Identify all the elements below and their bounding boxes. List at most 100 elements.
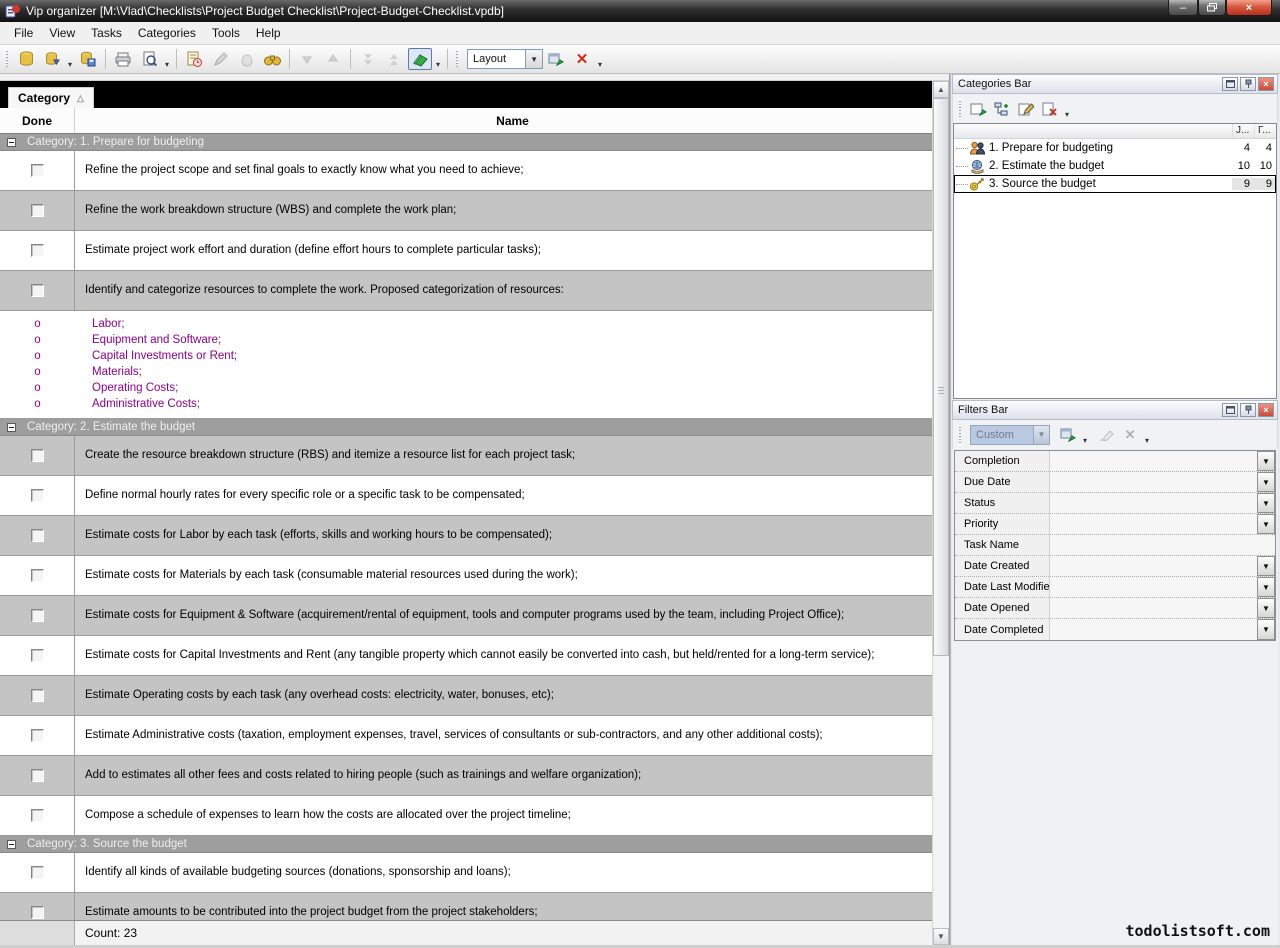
delete-filter-button[interactable]: ✕: [1118, 425, 1142, 445]
scrollbar-thumb[interactable]: [933, 98, 949, 656]
task-row[interactable]: Identify all kinds of available budgetin…: [0, 853, 932, 893]
categories-close-button[interactable]: ×: [1258, 77, 1274, 91]
filter-value[interactable]: [1050, 556, 1257, 576]
column-header-done[interactable]: Done: [0, 108, 75, 133]
categories-restore-button[interactable]: [1222, 77, 1238, 91]
apply-filter-button[interactable]: [1056, 425, 1080, 445]
print-preview-button[interactable]: [137, 48, 161, 70]
open-database-dropdown[interactable]: ▾: [68, 60, 72, 73]
task-checkbox[interactable]: [31, 489, 44, 502]
filter-value[interactable]: [1050, 577, 1257, 597]
edit-task-button[interactable]: [208, 48, 232, 70]
minimize-button[interactable]: –: [1168, 0, 1198, 16]
filters-restore-button[interactable]: [1222, 403, 1238, 417]
filter-value[interactable]: [1050, 514, 1257, 534]
scroll-down-button[interactable]: ▼: [933, 928, 949, 945]
filter-value[interactable]: [1050, 598, 1257, 618]
filter-dropdown-button[interactable]: ▼: [1257, 619, 1275, 640]
close-button[interactable]: ×: [1226, 0, 1272, 16]
task-row[interactable]: Identify and categorize resources to com…: [0, 271, 932, 311]
task-checkbox[interactable]: [31, 204, 44, 217]
filter-dropdown-button[interactable]: ▼: [1257, 472, 1275, 492]
layout-combobox-dropdown[interactable]: ▼: [525, 50, 542, 68]
collapse-icon[interactable]: [7, 840, 16, 849]
layout-combobox[interactable]: Layout ▼: [467, 49, 543, 69]
filters-toolbar-dropdown[interactable]: ▾: [1145, 436, 1149, 449]
new-task-button[interactable]: [182, 48, 206, 70]
new-subcategory-button[interactable]: [990, 99, 1014, 119]
task-row[interactable]: Compose a schedule of expenses to learn …: [0, 796, 932, 836]
tree-col-undone[interactable]: J...: [1232, 124, 1254, 138]
filter-value[interactable]: [1050, 472, 1257, 492]
move-bottom-button[interactable]: [356, 48, 380, 70]
move-up-button[interactable]: [321, 48, 345, 70]
move-top-button[interactable]: [382, 48, 406, 70]
task-checkbox[interactable]: [31, 164, 44, 177]
task-checkbox[interactable]: [31, 689, 44, 702]
delete-layout-button[interactable]: ✕: [570, 48, 594, 70]
print-dropdown[interactable]: ▾: [165, 60, 169, 73]
task-row[interactable]: Estimate Operating costs by each task (a…: [0, 676, 932, 716]
scroll-up-button[interactable]: ▲: [933, 81, 949, 98]
filter-dropdown-button[interactable]: ▼: [1257, 451, 1275, 471]
toolbar-grip[interactable]: [5, 49, 10, 69]
task-checkbox[interactable]: [31, 449, 44, 462]
filter-dropdown-button[interactable]: ▼: [1257, 514, 1275, 534]
menu-tools[interactable]: Tools: [204, 23, 248, 43]
task-checkbox[interactable]: [31, 866, 44, 879]
find-button[interactable]: [260, 48, 284, 70]
filter-value[interactable]: [1050, 451, 1257, 471]
view-mode-button[interactable]: [408, 48, 432, 70]
clear-filter-button[interactable]: [1094, 425, 1118, 445]
task-checkbox[interactable]: [31, 906, 44, 919]
filters-pin-button[interactable]: [1240, 403, 1256, 417]
task-checkbox[interactable]: [31, 284, 44, 297]
category-tree-item[interactable]: 2. Estimate the budget 10 10: [954, 157, 1276, 175]
toolbar-overflow-dropdown[interactable]: ▾: [598, 60, 602, 73]
menu-file[interactable]: File: [6, 23, 41, 43]
menu-help[interactable]: Help: [248, 23, 289, 43]
task-row[interactable]: Estimate costs for Materials by each tas…: [0, 556, 932, 596]
category-row[interactable]: Category: 1. Prepare for budgeting: [0, 134, 932, 151]
filters-toolbar-grip[interactable]: [958, 425, 963, 445]
task-checkbox[interactable]: [31, 609, 44, 622]
assign-task-button[interactable]: [234, 48, 258, 70]
categories-pin-button[interactable]: [1240, 77, 1256, 91]
collapse-icon[interactable]: [7, 423, 16, 432]
task-row[interactable]: Refine the project scope and set final g…: [0, 151, 932, 191]
filter-dropdown-button[interactable]: ▼: [1257, 556, 1275, 576]
column-header-name[interactable]: Name: [75, 108, 950, 133]
open-database-button[interactable]: [40, 48, 64, 70]
filter-dropdown-button[interactable]: ▼: [1257, 598, 1275, 618]
task-row[interactable]: Refine the work breakdown structure (WBS…: [0, 191, 932, 231]
task-row[interactable]: Estimate costs for Capital Investments a…: [0, 636, 932, 676]
task-row[interactable]: Estimate amounts to be contributed into …: [0, 893, 932, 920]
print-button[interactable]: [111, 48, 135, 70]
task-row[interactable]: Define normal hourly rates for every spe…: [0, 476, 932, 516]
category-tree-item-selected[interactable]: 3. Source the budget 9 9: [954, 175, 1276, 193]
filter-value[interactable]: [1050, 493, 1257, 513]
new-database-button[interactable]: [14, 48, 38, 70]
task-checkbox[interactable]: [31, 649, 44, 662]
save-layout-button[interactable]: [544, 48, 568, 70]
filter-preset-dropdown[interactable]: ▼: [1033, 426, 1049, 444]
menu-tasks[interactable]: Tasks: [83, 23, 130, 43]
menu-categories[interactable]: Categories: [130, 23, 204, 43]
filters-close-button[interactable]: ×: [1258, 403, 1274, 417]
toolbar-grip2[interactable]: [455, 49, 460, 69]
collapse-icon[interactable]: [7, 138, 16, 147]
menu-view[interactable]: View: [41, 23, 83, 43]
group-by-category-tab[interactable]: Category △: [8, 87, 94, 108]
filter-value[interactable]: [1050, 619, 1257, 640]
task-checkbox[interactable]: [31, 244, 44, 257]
categories-toolbar-dropdown[interactable]: ▾: [1065, 110, 1069, 123]
categories-toolbar-grip[interactable]: [958, 99, 963, 119]
save-database-button[interactable]: [76, 48, 100, 70]
filter-dropdown-button[interactable]: ▼: [1257, 577, 1275, 597]
task-row[interactable]: Estimate project work effort and duratio…: [0, 231, 932, 271]
task-checkbox[interactable]: [31, 769, 44, 782]
task-row[interactable]: Create the resource breakdown structure …: [0, 436, 932, 476]
task-checkbox[interactable]: [31, 809, 44, 822]
edit-category-button[interactable]: [1014, 99, 1038, 119]
view-mode-dropdown[interactable]: ▾: [436, 60, 440, 73]
